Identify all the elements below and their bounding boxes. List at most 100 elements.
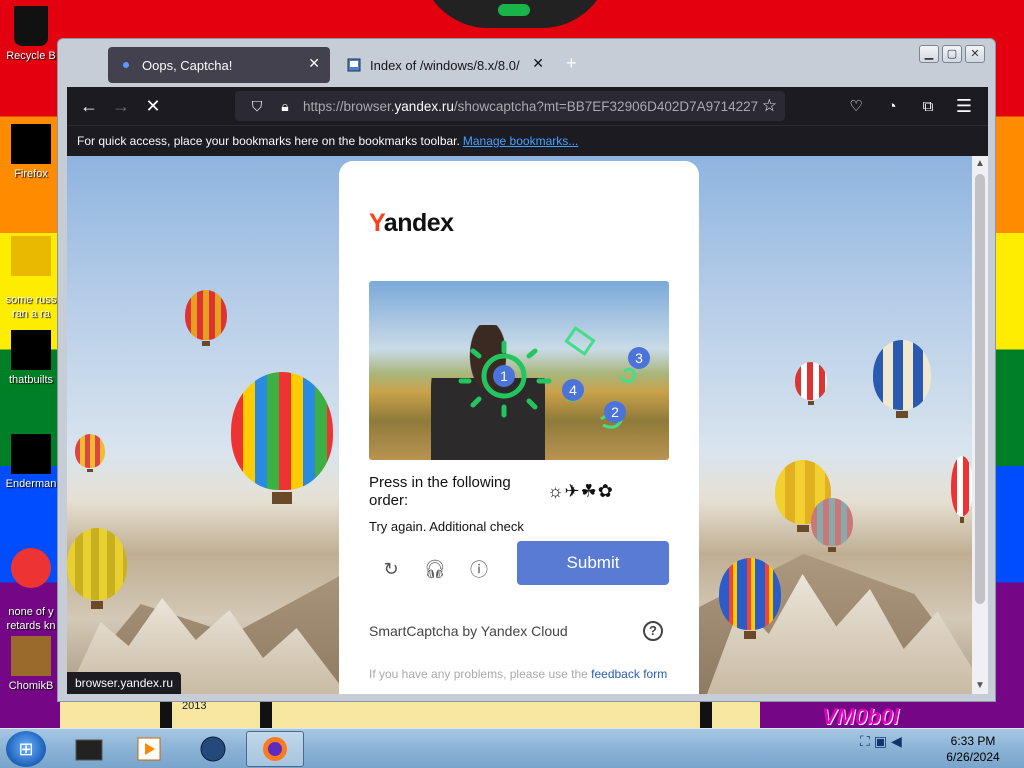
yandex-logo: Yandex (369, 209, 454, 237)
balloon (811, 498, 853, 552)
navigation-toolbar: ← → ✕ ⛉ 🔒︎ https://browser.yandex.ru/sho… (67, 87, 988, 125)
forward-icon[interactable]: → (105, 90, 137, 122)
window-controls: ▁ ▢ ✕ (919, 45, 985, 63)
captcha-point-1[interactable]: 1 (493, 365, 515, 387)
close-window-icon[interactable]: ✕ (965, 45, 985, 63)
bookmark-star-icon[interactable]: ☆ (762, 96, 777, 116)
new-tab-icon[interactable]: + (566, 53, 577, 74)
folder-icon (11, 330, 51, 370)
balloon (231, 372, 333, 505)
lock-icon[interactable]: 🔒︎ (275, 98, 295, 115)
captcha-prompt: Press in the following order: (369, 474, 511, 509)
manage-bookmarks-link[interactable]: Manage bookmarks... (463, 134, 578, 148)
toolbar-right: ♡ ◔ ⧉ ☰ (840, 90, 980, 122)
close-tab-icon[interactable]: ✕ (532, 55, 544, 72)
shield-icon[interactable]: ⛉ (247, 98, 267, 115)
minimize-icon[interactable]: ▁ (919, 45, 939, 63)
desktop-icon-label: Firefox (14, 168, 48, 180)
page-content: Yandex 1 2 3 4 Press in the following or… (67, 156, 988, 694)
refresh-icon[interactable]: ↻ (379, 557, 403, 581)
desktop-icon-chomik[interactable]: ChomikB (0, 636, 62, 693)
window-icon (11, 434, 51, 474)
monitor-icon[interactable]: ▣ (874, 733, 887, 750)
browser-window: Oops, Captcha! ✕ Index of /windows/8.x/8… (57, 38, 996, 702)
desktop-icon-recycle-bin[interactable]: Recycle B (0, 6, 62, 63)
tab-title: Index of /windows/8.x/8.0/ (370, 57, 520, 73)
feedback-form-link[interactable]: feedback form (591, 667, 667, 681)
url-text[interactable]: https://browser.yandex.ru/showcaptcha?mt… (303, 99, 758, 114)
desktop-icon-some-russ[interactable]: some russ ran a ra (0, 222, 62, 335)
bookmarks-toolbar: For quick access, place your bookmarks h… (67, 125, 988, 156)
audio-headphones-icon[interactable]: 🎧︎ (423, 557, 447, 581)
pocket-icon[interactable]: ♡ (840, 90, 872, 122)
system-tray: ⛶ ▣ ◀ (860, 733, 902, 750)
desktop-icon-label: ChomikB (8, 680, 54, 692)
tab-bar: Oops, Captcha! ✕ Index of /windows/8.x/8… (58, 39, 995, 87)
desktop-icon-none-of-y[interactable]: none of y retards kn (0, 534, 62, 647)
taskbar-app-black-icon[interactable] (60, 731, 118, 767)
desktop-icon-enderman[interactable]: Enderman (0, 434, 62, 491)
status-url: browser.yandex.ru (67, 672, 182, 694)
recycle-bin-icon (14, 6, 48, 46)
desktop-icon-label: Recycle B (6, 50, 56, 62)
captcha-card: Yandex 1 2 3 4 Press in the following or… (339, 161, 699, 694)
balloon (795, 362, 827, 405)
close-tab-icon[interactable]: ✕ (308, 55, 320, 72)
network-icon[interactable]: ⛶ (860, 733, 870, 750)
desktop-icon-firefox[interactable]: Firefox (0, 124, 62, 181)
desktop-icon-label: none of y retards kn (6, 606, 56, 632)
wallpaper-strip: 2013 (60, 700, 760, 728)
media-player-icon[interactable] (120, 731, 178, 767)
desktop-icon-label: thatbuilts (8, 374, 54, 386)
stop-loading-icon[interactable]: ✕ (137, 90, 169, 122)
submit-button[interactable]: Submit (517, 541, 669, 585)
bear-icon (11, 636, 51, 676)
scroll-thumb[interactable] (975, 174, 985, 604)
desktop-icon-label: some russ ran a ra (5, 294, 57, 320)
yandex-favicon-icon (118, 57, 134, 73)
problems-text: If you have any problems, please use the… (369, 667, 668, 681)
start-button[interactable]: ⊞ (6, 731, 46, 767)
file-icon (11, 236, 51, 276)
maximize-icon[interactable]: ▢ (942, 45, 962, 63)
help-icon[interactable]: ? (643, 621, 663, 641)
balloon (873, 340, 931, 419)
firefox-taskbar-icon[interactable] (246, 731, 304, 767)
url-bar[interactable]: ⛉ 🔒︎ https://browser.yandex.ru/showcaptc… (235, 91, 785, 121)
browser-icon (11, 548, 51, 588)
account-icon[interactable]: ◔ (876, 90, 908, 122)
scroll-down-icon[interactable]: ▼ (972, 678, 988, 694)
clock[interactable]: 6:33 PM 6/26/2024 (930, 733, 1016, 765)
tab-index[interactable]: Index of /windows/8.x/8.0/ ✕ (336, 47, 554, 83)
captcha-point-3[interactable]: 3 (628, 347, 650, 369)
captcha-retry-text: Try again. Additional check (369, 519, 524, 534)
balloon (951, 456, 973, 524)
info-icon[interactable]: ⓘ (467, 557, 491, 581)
vm-watermark: VM0b0l (822, 704, 900, 729)
desktop-icon-label: Enderman (5, 478, 57, 490)
extensions-icon[interactable]: ⧉ (912, 90, 944, 122)
vertical-scrollbar[interactable]: ▲ ▼ (972, 156, 988, 694)
captcha-point-4[interactable]: 4 (562, 379, 584, 401)
page-icon (346, 57, 362, 73)
captcha-image[interactable]: 1 2 3 4 (369, 281, 669, 460)
taskbar: ⊞ ⛶ ▣ ◀ 6:33 PM 6/26/2024 (0, 728, 1024, 768)
clock-time: 6:33 PM (950, 734, 996, 748)
globe-icon[interactable] (184, 731, 242, 767)
tab-captcha[interactable]: Oops, Captcha! ✕ (108, 47, 330, 83)
firefox-icon (11, 124, 51, 164)
balloon (719, 558, 781, 639)
captcha-point-2[interactable]: 2 (604, 401, 626, 423)
bookmarks-hint: For quick access, place your bookmarks h… (77, 134, 460, 148)
volume-icon[interactable]: ◀ (891, 733, 902, 750)
clock-date: 6/26/2024 (946, 750, 1000, 764)
balloon (67, 528, 127, 609)
desktop-icon-thatbuilts[interactable]: thatbuilts (0, 330, 62, 387)
back-icon[interactable]: ← (73, 90, 105, 122)
menu-icon[interactable]: ☰ (948, 90, 980, 122)
captcha-order-icons: ☼✈☘✿ (547, 481, 614, 501)
captcha-overlay-shapes (458, 326, 636, 429)
balloon (185, 290, 227, 346)
scroll-up-icon[interactable]: ▲ (972, 156, 988, 172)
balloon (75, 434, 105, 473)
